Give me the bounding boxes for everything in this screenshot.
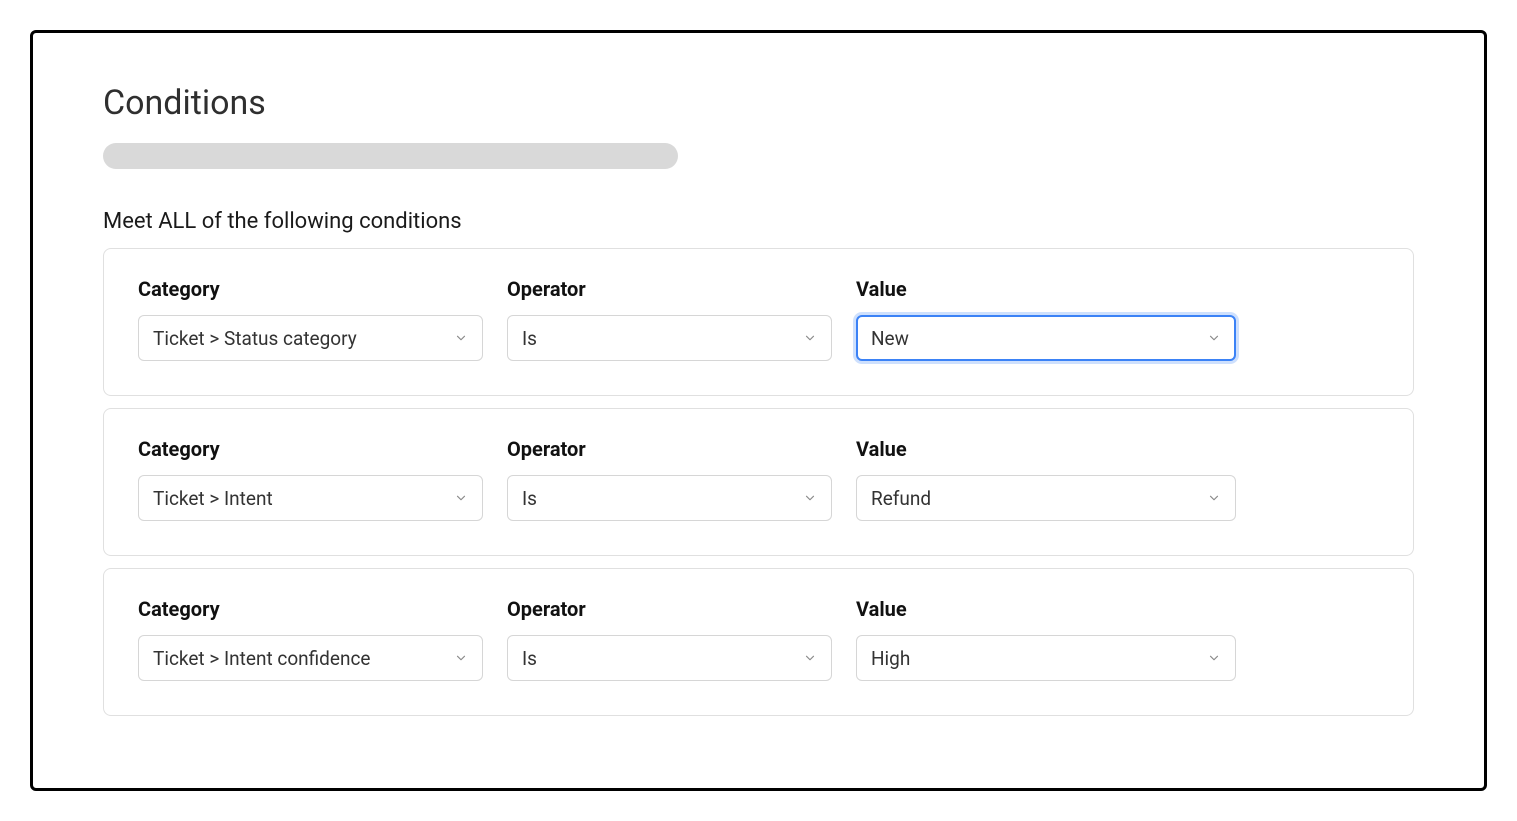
category-field: Category Ticket > Status category (138, 277, 483, 361)
category-label: Category (138, 277, 483, 301)
chevron-down-icon (454, 651, 468, 665)
operator-select[interactable]: Is (507, 315, 832, 361)
category-select[interactable]: Ticket > Status category (138, 315, 483, 361)
operator-field: Operator Is (507, 597, 832, 681)
condition-row: Category Ticket > Intent Operator Is Value Re… (103, 408, 1414, 556)
operator-label: Operator (507, 277, 832, 301)
value-label: Value (856, 597, 1236, 621)
value-select[interactable]: High (856, 635, 1236, 681)
chevron-down-icon (1207, 651, 1221, 665)
value-value: New (871, 327, 909, 350)
operator-value: Is (522, 487, 537, 510)
category-field: Category Ticket > Intent (138, 437, 483, 521)
conditions-rows: Category Ticket > Status category Operator… (103, 248, 1414, 716)
chevron-down-icon (1207, 491, 1221, 505)
value-field: Value Refund (856, 437, 1236, 521)
operator-label: Operator (507, 597, 832, 621)
category-select[interactable]: Ticket > Intent confidence (138, 635, 483, 681)
condition-row: Category Ticket > Intent confidence Operat… (103, 568, 1414, 716)
conditions-subtitle: Meet ALL of the following conditions (103, 209, 1414, 234)
value-value: High (871, 647, 910, 670)
value-select[interactable]: Refund (856, 475, 1236, 521)
value-field: Value High (856, 597, 1236, 681)
category-label: Category (138, 597, 483, 621)
condition-row: Category Ticket > Status category Operator… (103, 248, 1414, 396)
placeholder-bar (103, 143, 678, 169)
chevron-down-icon (454, 331, 468, 345)
operator-value: Is (522, 327, 537, 350)
operator-label: Operator (507, 437, 832, 461)
value-select[interactable]: New (856, 315, 1236, 361)
chevron-down-icon (803, 651, 817, 665)
chevron-down-icon (803, 331, 817, 345)
category-value: Ticket > Status category (153, 327, 357, 350)
operator-value: Is (522, 647, 537, 670)
operator-select[interactable]: Is (507, 635, 832, 681)
operator-select[interactable]: Is (507, 475, 832, 521)
page-title: Conditions (103, 83, 1414, 123)
category-value: Ticket > Intent confidence (153, 647, 370, 670)
category-select[interactable]: Ticket > Intent (138, 475, 483, 521)
operator-field: Operator Is (507, 277, 832, 361)
conditions-panel: Conditions Meet ALL of the following con… (30, 30, 1487, 791)
chevron-down-icon (1207, 331, 1221, 345)
category-value: Ticket > Intent (153, 487, 273, 510)
category-field: Category Ticket > Intent confidence (138, 597, 483, 681)
value-label: Value (856, 437, 1236, 461)
chevron-down-icon (803, 491, 817, 505)
value-field: Value New (856, 277, 1236, 361)
value-value: Refund (871, 487, 931, 510)
category-label: Category (138, 437, 483, 461)
chevron-down-icon (454, 491, 468, 505)
value-label: Value (856, 277, 1236, 301)
operator-field: Operator Is (507, 437, 832, 521)
